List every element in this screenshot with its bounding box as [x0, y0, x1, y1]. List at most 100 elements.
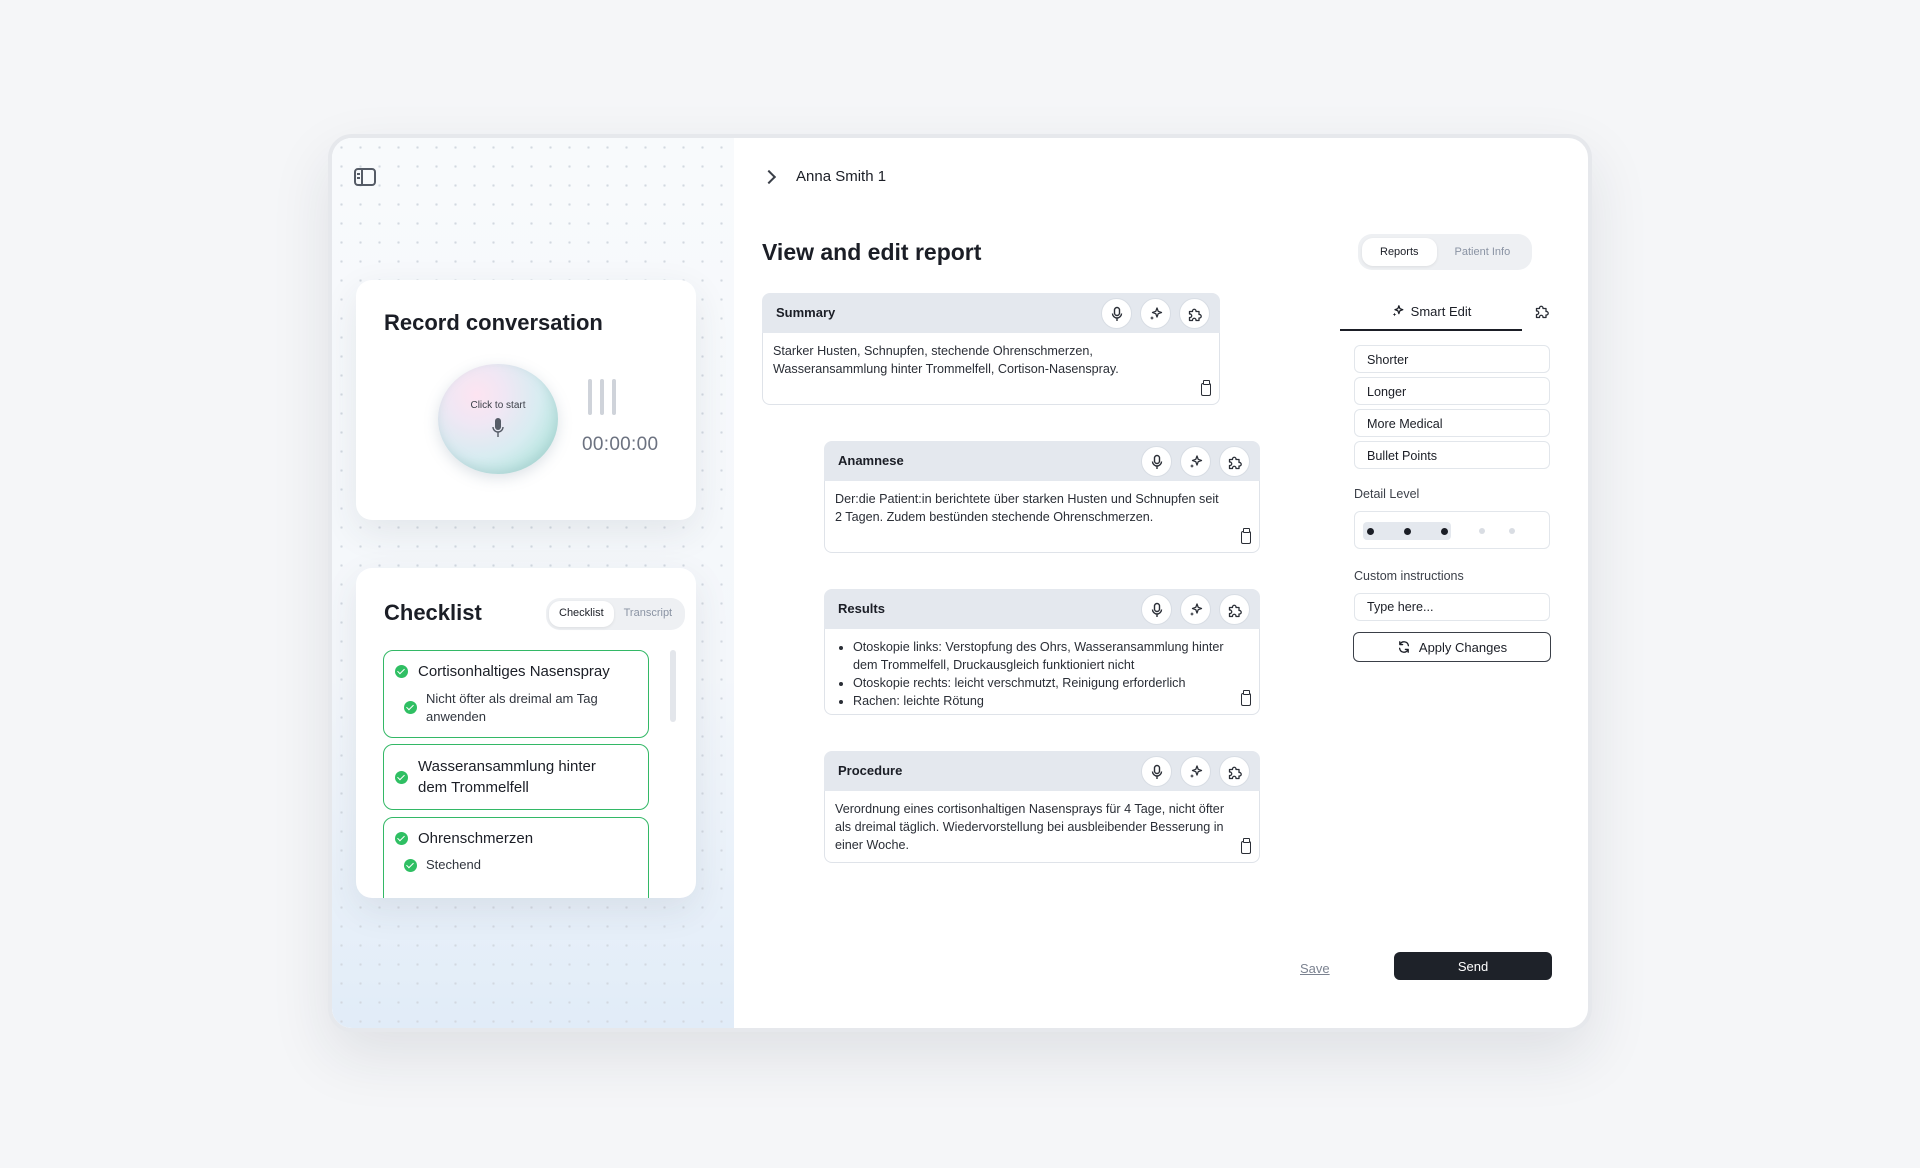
plugin-tab[interactable]	[1534, 303, 1550, 324]
checklist-tabs: Checklist Transcript	[546, 598, 686, 630]
sparkles-icon	[1190, 765, 1203, 778]
send-button[interactable]: Send	[1394, 952, 1552, 980]
section-label: Anamnese	[838, 453, 904, 468]
detail-step[interactable]	[1479, 528, 1485, 534]
checklist-item[interactable]: Wasseransammlung hinter dem Trommelfell	[383, 744, 649, 810]
dictate-button[interactable]	[1141, 756, 1172, 787]
report-tabs: Reports Patient Info	[1358, 234, 1533, 270]
section-text: Starker Husten, Schnupfen, stechende Ohr…	[773, 344, 1119, 376]
chevron-right-icon[interactable]	[761, 169, 777, 185]
check-icon	[395, 832, 408, 845]
section-body[interactable]: Starker Husten, Schnupfen, stechende Ohr…	[762, 333, 1220, 405]
save-link[interactable]: Save	[1300, 961, 1330, 976]
sparkles-icon	[1392, 305, 1404, 317]
detail-step[interactable]	[1441, 528, 1448, 535]
clipboard-icon[interactable]	[1201, 380, 1211, 396]
apply-changes-button[interactable]: Apply Changes	[1353, 632, 1551, 662]
detail-step[interactable]	[1509, 528, 1515, 534]
record-card: Record conversation Click to start 00:00…	[356, 280, 696, 520]
checklist-item-title: Cortisonhaltiges Nasenspray	[418, 663, 610, 680]
checklist-item[interactable]: Ohrenschmerzen Stechend	[383, 817, 649, 898]
checklist-card: Checklist Checklist Transcript Cortisonh…	[356, 568, 696, 898]
plugin-button[interactable]	[1219, 446, 1250, 477]
ai-edit-button[interactable]	[1140, 298, 1171, 329]
app-window: Record conversation Click to start 00:00…	[328, 134, 1592, 1032]
refresh-icon	[1398, 641, 1409, 653]
dictate-button[interactable]	[1141, 446, 1172, 477]
detail-level-slider[interactable]	[1354, 511, 1550, 549]
sparkles-icon	[1150, 307, 1163, 320]
section-results: Results Otoskopie links: Verstopfung des…	[824, 589, 1260, 715]
custom-instructions-input[interactable]	[1354, 593, 1550, 621]
plugin-button[interactable]	[1179, 298, 1210, 329]
checklist-title: Checklist	[384, 600, 482, 625]
checklist-scrollbar[interactable]	[670, 650, 676, 722]
checklist-item-title: Ohrenschmerzen	[418, 830, 534, 847]
tab-reports[interactable]: Reports	[1362, 238, 1437, 266]
section-summary: Summary Starker Husten, Schnupfen, stech…	[762, 293, 1220, 405]
plugin-button[interactable]	[1219, 594, 1250, 625]
bullet-points-button[interactable]: Bullet Points	[1354, 441, 1550, 469]
section-text: Verordnung eines cortisonhaltigen Nasens…	[835, 802, 1225, 852]
left-pane: Record conversation Click to start 00:00…	[332, 138, 734, 1028]
clipboard-icon[interactable]	[1241, 838, 1251, 854]
tab-smart-edit[interactable]: Smart Edit	[1340, 293, 1522, 331]
section-label: Summary	[776, 305, 836, 320]
list-item: Otoskopie rechts: leicht verschmutzt, Re…	[853, 674, 1229, 692]
section-anamnese: Anamnese Der:die Patient:in berichtete ü…	[824, 441, 1260, 553]
list-item: Otoskopie links: Verstopfung des Ohrs, W…	[853, 638, 1229, 674]
checklist-item-title: Wasseransammlung hinter dem Trommelfell	[418, 758, 596, 796]
clipboard-icon[interactable]	[1241, 528, 1251, 544]
record-timer: 00:00:00	[582, 434, 659, 455]
puzzle-icon	[1535, 305, 1549, 319]
longer-button[interactable]: Longer	[1354, 377, 1550, 405]
tab-checklist[interactable]: Checklist	[549, 601, 614, 627]
microphone-icon	[1151, 454, 1163, 469]
sparkles-icon	[1190, 455, 1203, 468]
plugin-button[interactable]	[1219, 756, 1250, 787]
detail-step[interactable]	[1367, 528, 1374, 535]
check-icon	[395, 771, 408, 784]
record-start-button[interactable]: Click to start	[438, 364, 558, 474]
detail-level-label: Detail Level	[1354, 487, 1420, 501]
list-item: Rachen: leichte Rötung	[853, 692, 1229, 710]
dictate-button[interactable]	[1101, 298, 1132, 329]
audio-level-icon	[588, 379, 618, 415]
breadcrumb: Anna Smith 1	[796, 168, 887, 185]
check-icon	[404, 701, 417, 714]
record-title: Record conversation	[384, 310, 603, 335]
shorter-button[interactable]: Shorter	[1354, 345, 1550, 373]
puzzle-icon	[1228, 604, 1242, 618]
page-title: View and edit report	[762, 239, 982, 265]
apply-changes-label: Apply Changes	[1418, 639, 1508, 655]
ai-edit-button[interactable]	[1180, 446, 1211, 477]
checklist-item-sub: Nicht öfter als dreimal am Tag anwenden	[426, 691, 598, 724]
ai-edit-button[interactable]	[1180, 756, 1211, 787]
section-label: Results	[838, 601, 885, 616]
more-medical-button[interactable]: More Medical	[1354, 409, 1550, 437]
section-header: Anamnese	[824, 441, 1260, 481]
section-header: Procedure	[824, 751, 1260, 791]
section-body[interactable]: Der:die Patient:in berichtete über stark…	[824, 481, 1260, 553]
section-procedure: Procedure Verordnung eines cortisonhalti…	[824, 751, 1260, 863]
clipboard-icon[interactable]	[1241, 690, 1251, 706]
checklist-item[interactable]: Cortisonhaltiges Nasenspray Nicht öfter …	[383, 650, 649, 738]
section-header: Results	[824, 589, 1260, 629]
detail-step[interactable]	[1404, 528, 1411, 535]
puzzle-icon	[1228, 766, 1242, 780]
checklist-item-sub: Stechend	[426, 857, 481, 872]
sparkles-icon	[1190, 603, 1203, 616]
section-label: Procedure	[838, 763, 903, 778]
section-body[interactable]: Verordnung eines cortisonhaltigen Nasens…	[824, 791, 1260, 863]
microphone-icon	[1151, 764, 1163, 779]
report-pane: Anna Smith 1 View and edit report Report…	[734, 138, 1588, 1028]
tab-patient-info[interactable]: Patient Info	[1437, 238, 1529, 266]
section-text: Der:die Patient:in berichtete über stark…	[835, 492, 1219, 524]
ai-edit-button[interactable]	[1180, 594, 1211, 625]
tab-transcript[interactable]: Transcript	[614, 601, 683, 627]
results-list: Otoskopie links: Verstopfung des Ohrs, W…	[835, 638, 1229, 710]
section-body[interactable]: Otoskopie links: Verstopfung des Ohrs, W…	[824, 629, 1260, 715]
sidebar-toggle-icon[interactable]	[354, 168, 376, 186]
dictate-button[interactable]	[1141, 594, 1172, 625]
microphone-icon	[492, 418, 504, 437]
